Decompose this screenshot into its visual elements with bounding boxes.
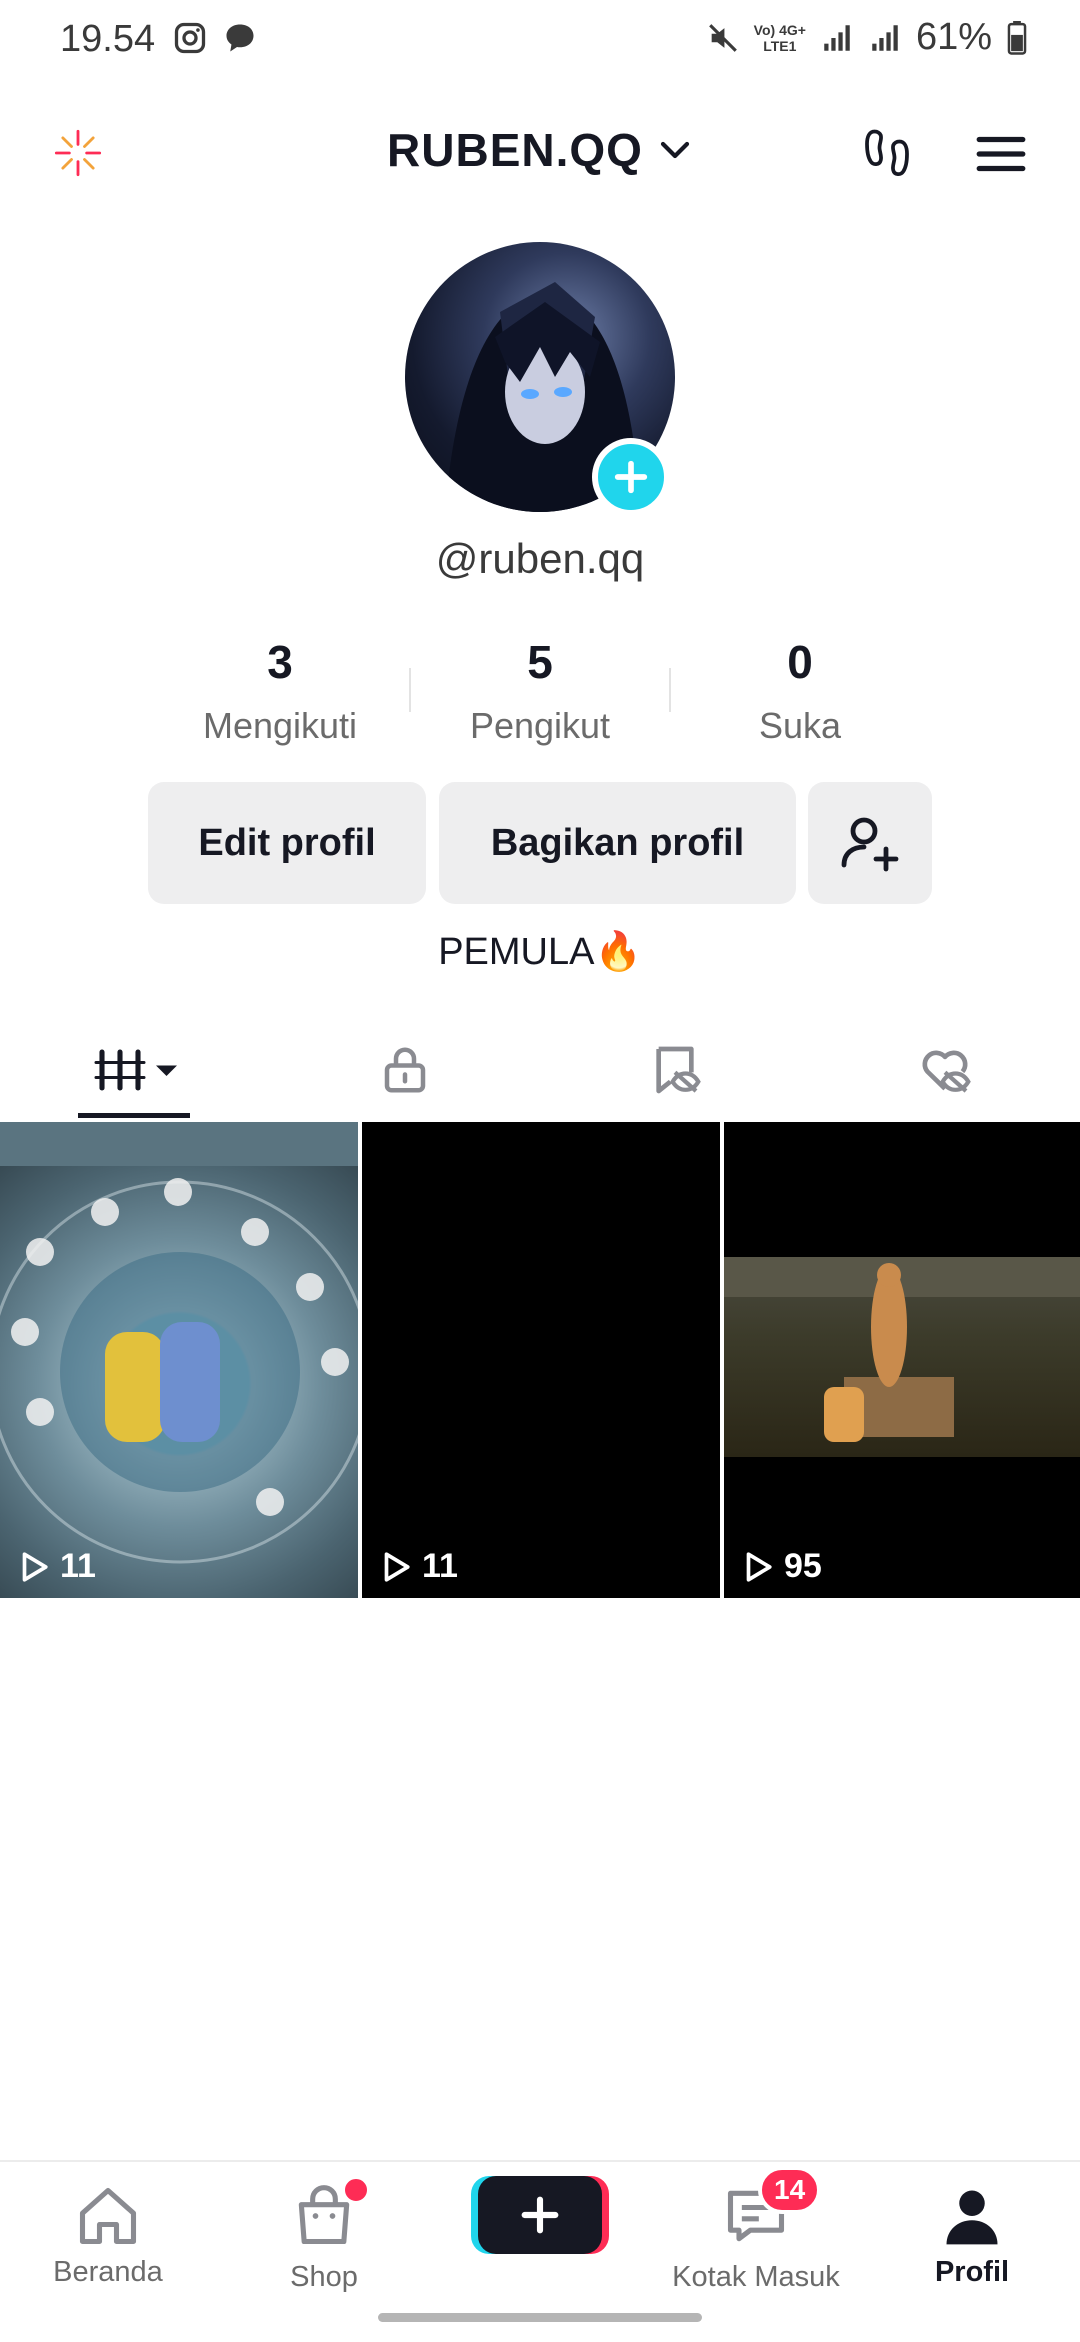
share-profile-button[interactable]: Bagikan profil xyxy=(439,782,796,904)
chevron-down-icon xyxy=(660,141,690,159)
network-type-bottom: LTE1 xyxy=(763,37,797,54)
edit-profile-button[interactable]: Edit profil xyxy=(148,782,426,904)
plus-icon xyxy=(521,2196,559,2234)
stat-divider xyxy=(409,668,411,712)
video-view-count: 11 xyxy=(422,1547,458,1585)
video-views: 95 xyxy=(740,1547,822,1586)
lock-icon xyxy=(384,1047,426,1093)
active-tab-indicator xyxy=(78,1113,190,1118)
tab-private[interactable] xyxy=(270,1020,540,1120)
signal-icon xyxy=(824,24,850,51)
status-notifications xyxy=(172,20,258,56)
chat-bubble-icon xyxy=(226,24,254,52)
nav-home-label: Beranda xyxy=(53,2256,163,2288)
video-thumbnail-image xyxy=(0,1122,358,1564)
footprints-icon[interactable] xyxy=(852,119,922,189)
video-thumbnail-image xyxy=(724,1257,1080,1457)
tab-reposts[interactable] xyxy=(540,1020,810,1120)
mute-icon xyxy=(708,23,737,52)
instagram-icon xyxy=(174,22,206,54)
plus-icon xyxy=(614,460,648,494)
video-thumbnail-3[interactable]: 95 xyxy=(724,1122,1080,1598)
add-friends-button[interactable] xyxy=(808,782,932,904)
likes-label: Suka xyxy=(758,705,842,746)
nav-inbox-label: Kotak Masuk xyxy=(672,2261,840,2293)
home-indicator[interactable] xyxy=(378,2313,702,2322)
profile-bio: PEMULA🔥 xyxy=(438,931,642,973)
video-views: 11 xyxy=(378,1547,458,1586)
following-label: Mengikuti xyxy=(202,705,358,746)
play-icon xyxy=(746,1551,772,1582)
tab-liked[interactable] xyxy=(810,1020,1080,1120)
status-right-group: Vo) 4G+ LTE1 61% xyxy=(706,16,1028,59)
shop-notification-dot xyxy=(342,2176,370,2204)
grid-icon xyxy=(94,1049,177,1091)
nav-shop[interactable]: Shop xyxy=(216,2176,432,2294)
nav-home[interactable]: Beranda xyxy=(0,2182,216,2289)
home-icon xyxy=(79,2187,137,2245)
username-title: RUBEN.QQ xyxy=(387,124,643,176)
network-indicator: Vo) 4G+ LTE1 xyxy=(754,22,806,54)
profile-icon xyxy=(946,2190,998,2245)
tab-videos[interactable] xyxy=(0,1020,270,1120)
add-user-icon xyxy=(841,817,899,872)
video-thumbnail-2[interactable]: 11 xyxy=(362,1122,720,1598)
status-bar: 19.54 Vo) 4G+ LTE1 61% xyxy=(0,0,1080,80)
inbox-badge: 14 xyxy=(758,2166,822,2214)
status-time: 19.54 xyxy=(60,18,156,60)
video-thumbnail-1[interactable]: 11 xyxy=(0,1122,358,1598)
create-button[interactable] xyxy=(478,2176,602,2254)
hidden-heart-icon xyxy=(922,1050,971,1093)
play-icon xyxy=(22,1551,48,1582)
video-views: 11 xyxy=(16,1547,96,1586)
battery-icon xyxy=(1007,20,1027,55)
nav-shop-label: Shop xyxy=(290,2261,358,2293)
stat-followers[interactable]: 5 Pengikut xyxy=(440,635,640,747)
nav-profile-label: Profil xyxy=(934,2256,1010,2288)
followers-label: Pengikut xyxy=(469,705,611,746)
video-view-count: 95 xyxy=(784,1547,822,1585)
stat-likes[interactable]: 0 Suka xyxy=(700,635,900,747)
battery-percent: 61% xyxy=(915,16,992,58)
network-type-top: Vo) 4G+ xyxy=(753,21,806,38)
nav-profile[interactable]: Profil xyxy=(864,2182,1080,2289)
following-count: 3 xyxy=(267,636,293,688)
profile-handle: @ruben.qq xyxy=(435,535,645,582)
signal-icon-2 xyxy=(872,24,898,51)
stat-following[interactable]: 3 Mengikuti xyxy=(180,635,380,747)
play-icon xyxy=(384,1551,410,1582)
hidden-bookmark-icon xyxy=(656,1046,701,1094)
stat-divider xyxy=(669,668,671,712)
nav-inbox[interactable]: 14 Kotak Masuk xyxy=(648,2166,864,2294)
followers-count: 5 xyxy=(527,636,553,688)
menu-icon[interactable] xyxy=(966,119,1036,189)
profile-tabs xyxy=(0,1020,1080,1120)
profile-header: RUBEN.QQ xyxy=(0,95,1080,205)
video-view-count: 11 xyxy=(60,1547,96,1585)
add-avatar-button[interactable] xyxy=(592,438,670,516)
likes-count: 0 xyxy=(787,636,813,688)
